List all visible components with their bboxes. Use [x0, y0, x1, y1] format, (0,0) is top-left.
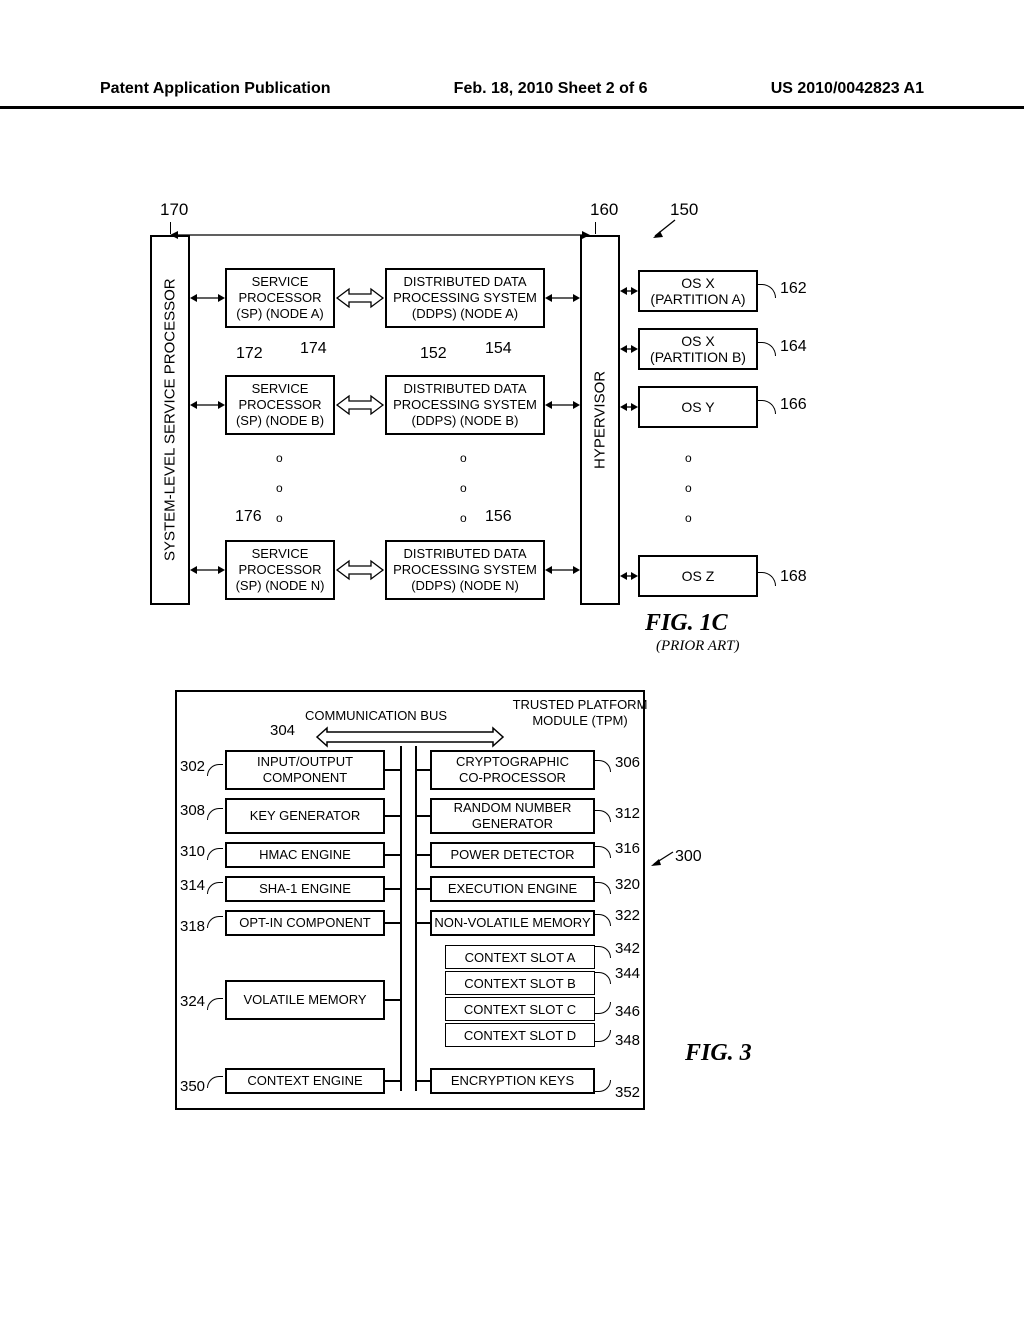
- ref-302: 302: [180, 758, 205, 775]
- non-volatile-memory: NON-VOLATILE MEMORY: [430, 910, 595, 936]
- ref-308: 308: [180, 802, 205, 819]
- sp-node-a: SERVICE PROCESSOR (SP) (NODE A): [225, 268, 335, 328]
- ref-348: 348: [615, 1032, 640, 1049]
- ref-300: 300: [675, 848, 702, 866]
- ref-164: 164: [780, 338, 807, 356]
- hmac-engine: HMAC ENGINE: [225, 842, 385, 868]
- ddps-node-a: DISTRIBUTED DATA PROCESSING SYSTEM (DDPS…: [385, 268, 545, 328]
- volatile-memory: VOLATILE MEMORY: [225, 980, 385, 1020]
- ref-310: 310: [180, 843, 205, 860]
- header-right: US 2010/0042823 A1: [771, 80, 924, 98]
- figure-3: TRUSTED PLATFORM MODULE (TPM) COMMUNICAT…: [155, 690, 895, 1135]
- ref-152: 152: [420, 345, 447, 363]
- sp-node-n: SERVICE PROCESSOR (SP) (NODE N): [225, 540, 335, 600]
- ref-172: 172: [236, 345, 263, 363]
- ddps-node-b: DISTRIBUTED DATA PROCESSING SYSTEM (DDPS…: [385, 375, 545, 435]
- bidir-arrow-icon: [335, 285, 385, 311]
- context-slot-b: CONTEXT SLOT B: [445, 971, 595, 995]
- figure-1c: 170 160 150 SYSTEM-LEVEL SERVICE PROCESS…: [140, 200, 880, 640]
- power-detector: POWER DETECTOR: [430, 842, 595, 868]
- optin-component: OPT-IN COMPONENT: [225, 910, 385, 936]
- tpm-title: TRUSTED PLATFORM MODULE (TPM): [505, 695, 655, 731]
- ref-318: 318: [180, 918, 205, 935]
- ref-162: 162: [780, 280, 807, 298]
- ref-320: 320: [615, 876, 640, 893]
- ref-174: 174: [300, 340, 327, 358]
- ref-322: 322: [615, 907, 640, 924]
- ref-344: 344: [615, 965, 640, 982]
- os-z: OS Z: [638, 555, 758, 597]
- figure-3-label: FIG. 3: [685, 1040, 752, 1067]
- figure-1c-sublabel: (PRIOR ART): [656, 638, 739, 655]
- vdots-os: ooo: [685, 443, 692, 533]
- sha1-engine: SHA-1 ENGINE: [225, 876, 385, 902]
- execution-engine: EXECUTION ENGINE: [430, 876, 595, 902]
- ref-316: 316: [615, 840, 640, 857]
- ref-306: 306: [615, 754, 640, 771]
- ref-160: 160: [590, 200, 618, 220]
- ref-314: 314: [180, 877, 205, 894]
- ref-304: 304: [270, 722, 295, 739]
- ref-312: 312: [615, 805, 640, 822]
- ref-170: 170: [160, 200, 188, 220]
- ref-168: 168: [780, 568, 807, 586]
- context-slot-d: CONTEXT SLOT D: [445, 1023, 595, 1047]
- io-component: INPUT/OUTPUT COMPONENT: [225, 750, 385, 790]
- key-generator: KEY GENERATOR: [225, 798, 385, 834]
- hypervisor: HYPERVISOR: [580, 235, 620, 605]
- ref-350: 350: [180, 1078, 205, 1095]
- encryption-keys: ENCRYPTION KEYS: [430, 1068, 595, 1094]
- sp-node-b: SERVICE PROCESSOR (SP) (NODE B): [225, 375, 335, 435]
- os-x-partition-b: OS X (PARTITION B): [638, 328, 758, 370]
- ref-324: 324: [180, 993, 205, 1010]
- context-slot-a: CONTEXT SLOT A: [445, 945, 595, 969]
- communication-bus-label: COMMUNICATION BUS: [305, 708, 447, 723]
- ref-150: 150: [670, 200, 698, 220]
- os-x-partition-a: OS X (PARTITION A): [638, 270, 758, 312]
- header-left: Patent Application Publication: [100, 80, 331, 98]
- header-center: Feb. 18, 2010 Sheet 2 of 6: [454, 80, 648, 98]
- rng: RANDOM NUMBER GENERATOR: [430, 798, 595, 834]
- ref-154: 154: [485, 340, 512, 358]
- crypto-coprocessor: CRYPTOGRAPHIC CO-PROCESSOR: [430, 750, 595, 790]
- ref-166: 166: [780, 396, 807, 414]
- vdots-sp: ooo: [276, 443, 283, 533]
- bus-arrow-icon: [315, 726, 505, 748]
- ddps-node-n: DISTRIBUTED DATA PROCESSING SYSTEM (DDPS…: [385, 540, 545, 600]
- ref-346: 346: [615, 1003, 640, 1020]
- vdots-ddps: ooo: [460, 443, 467, 533]
- ref-342: 342: [615, 940, 640, 957]
- ref-352: 352: [615, 1084, 640, 1101]
- system-level-service-processor: SYSTEM-LEVEL SERVICE PROCESSOR: [150, 235, 190, 605]
- figure-1c-label: FIG. 1C: [645, 610, 728, 637]
- context-slot-c: CONTEXT SLOT C: [445, 997, 595, 1021]
- os-y: OS Y: [638, 386, 758, 428]
- ref-176: 176: [235, 508, 262, 526]
- page-header: Patent Application Publication Feb. 18, …: [0, 0, 1024, 109]
- context-engine: CONTEXT ENGINE: [225, 1068, 385, 1094]
- ref-156: 156: [485, 508, 512, 526]
